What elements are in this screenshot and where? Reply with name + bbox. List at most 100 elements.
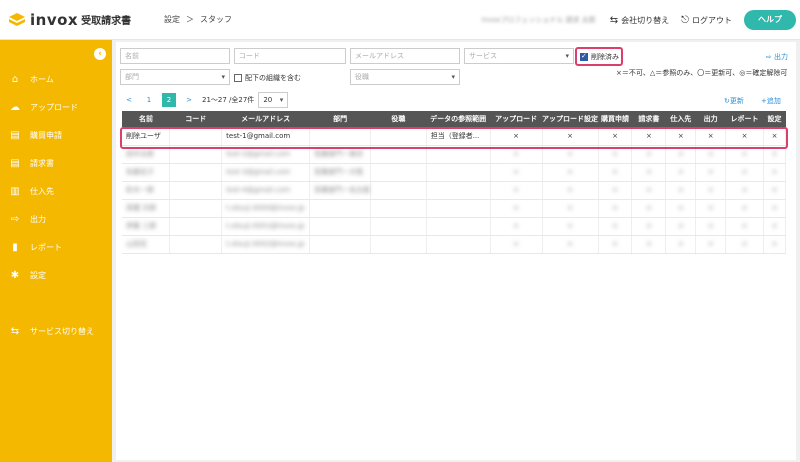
breadcrumb-sep: ＞ [186, 15, 194, 24]
table-cell [426, 181, 491, 200]
table-cell: × [542, 163, 599, 182]
sidebar-item-service-switch[interactable]: ⇆ サービス切り替え [8, 326, 94, 337]
logout-button[interactable]: ⎋ ログアウト [681, 15, 732, 26]
output-button[interactable]: ⇨ 出力 [766, 52, 788, 62]
refresh-button[interactable]: ↻更新 [724, 96, 744, 106]
table-row[interactable]: 伊藤 三郎 t.otsuji.0001@invox.jp × × × × × × × × [122, 217, 786, 236]
next-page-button[interactable]: > [182, 93, 196, 107]
column-header: 役職 [370, 111, 427, 127]
table-cell: 佐藤花子 [122, 163, 171, 182]
sidebar-item-upload[interactable]: ☁ アップロード [8, 102, 78, 113]
table-cell [426, 199, 491, 218]
table-cell: × [490, 217, 543, 236]
table-cell: × [542, 217, 599, 236]
column-header: データの参照範囲 [426, 111, 491, 127]
table-cell: × [665, 235, 697, 254]
add-button[interactable]: +追加 [761, 96, 781, 106]
sidebar-item-settings[interactable]: ✱ 設定 [8, 270, 46, 281]
table-cell: × [631, 181, 667, 200]
table-cell: × [665, 181, 697, 200]
table-cell [169, 199, 223, 218]
department-select[interactable]: 部門 [120, 69, 230, 85]
table-cell [370, 217, 427, 236]
column-header: アップロード設定 [542, 111, 599, 127]
main-panel: 名前 コード メールアドレス サービス 削除済み ⇨ 出力 部門 配下の組織を含… [116, 42, 796, 460]
table-cell: × [490, 235, 543, 254]
column-header: メールアドレス [221, 111, 310, 127]
code-filter-input[interactable]: コード [234, 48, 346, 64]
table-cell: × [631, 235, 667, 254]
logo-text: invox [30, 10, 79, 29]
deleted-row-highlight [120, 127, 788, 149]
switch-company-button[interactable]: ⇆ 会社切り替え [610, 15, 669, 26]
table-cell: × [725, 181, 764, 200]
include-sub-checkbox[interactable]: 配下の組織を含む [234, 73, 301, 83]
table-cell: × [631, 163, 667, 182]
table-cell: 鈴木一郎 [122, 181, 171, 200]
page-2-button[interactable]: 2 [162, 93, 176, 107]
table-cell: × [725, 217, 764, 236]
table-cell: × [725, 199, 764, 218]
export-icon: ⇨ [765, 53, 774, 61]
per-page-select[interactable]: 20 [258, 92, 289, 108]
table-cell: × [631, 217, 667, 236]
table-cell: 営業部門ー大阪 [309, 163, 372, 182]
table-cell: × [490, 199, 543, 218]
table-row[interactable]: 山田花 t.otsuji.0002@invox.jp × × × × × × × × [122, 235, 786, 254]
sidebar-item-label: ホーム [30, 75, 54, 84]
table-cell: × [763, 199, 786, 218]
table-cell: × [763, 217, 786, 236]
column-header: 請求書 [631, 111, 666, 127]
help-button[interactable]: ヘルプ [744, 10, 796, 30]
table-cell: × [598, 181, 633, 200]
sidebar-item-label: アップロード [30, 103, 78, 112]
sidebar-item-invoice[interactable]: ▤ 請求書 [8, 158, 54, 169]
sidebar-item-purchase[interactable]: ▤ 購買申請 [8, 130, 62, 141]
table-row[interactable]: 高橋 次郎 t.otsuji.0000@invox.jp × × × × × × × × [122, 199, 786, 218]
page-1-button[interactable]: 1 [142, 93, 156, 107]
table-cell [169, 217, 223, 236]
sidebar-item-label: レポート [30, 243, 62, 252]
chart-icon: ▮ [12, 242, 18, 253]
logo-sub: 受取請求書 [81, 16, 132, 27]
table-cell [309, 235, 372, 254]
table-row[interactable]: 佐藤花子 test-3@gmail.com 営業部門ー大阪 × × × × × × × × [122, 163, 786, 182]
deleted-highlight [575, 47, 623, 66]
email-filter-input[interactable]: メールアドレス [350, 48, 460, 64]
table-row[interactable]: 鈴木一郎 test-4@gmail.com 営業部門ー名古屋 × × × × × × × × [122, 181, 786, 200]
checkbox-icon [234, 74, 242, 82]
sidebar-item-report[interactable]: ▮ レポート [8, 242, 62, 253]
table-cell: t.otsuji.0002@invox.jp [221, 235, 311, 254]
prev-page-button[interactable]: < [122, 93, 136, 107]
table-cell: × [763, 163, 786, 182]
invox-logo-icon [9, 12, 25, 26]
table-cell: × [763, 235, 786, 254]
collapse-sidebar-icon[interactable]: ‹ [94, 48, 106, 60]
sidebar-item-output[interactable]: ⇨ 出力 [8, 214, 46, 225]
table-cell: × [725, 163, 764, 182]
table-cell: × [665, 163, 697, 182]
sidebar-item-supplier[interactable]: ▥ 仕入先 [8, 186, 54, 197]
column-header: レポート [725, 111, 764, 127]
table-cell [169, 181, 223, 200]
table-cell: × [598, 163, 633, 182]
table-cell: × [598, 217, 633, 236]
sidebar-item-label: 購買申請 [30, 131, 62, 140]
table-cell: × [695, 163, 727, 182]
table-cell: × [695, 217, 727, 236]
export-icon: ⇨ [10, 214, 20, 225]
service-select[interactable]: サービス [464, 48, 574, 64]
table-cell [426, 217, 491, 236]
table-cell [426, 163, 491, 182]
table-cell [370, 163, 427, 182]
table-cell [426, 235, 491, 254]
sidebar: ‹ ⌂ ホーム ☁ アップロード ▤ 購買申請 ▤ 請求書 ▥ 仕入先 ⇨ 出力 ▮ レポート… [0, 40, 112, 462]
breadcrumb-settings[interactable]: 設定 [164, 14, 180, 25]
header-right: invoxプロフェッショナル 請求 太郎 ⇆ 会社切り替え ⎋ ログアウト ヘルプ [482, 0, 800, 40]
sidebar-item-label: 請求書 [30, 159, 54, 168]
sidebar-item-home[interactable]: ⌂ ホーム [8, 74, 54, 85]
logo[interactable]: invox 受取請求書 [8, 11, 148, 29]
name-filter-input[interactable]: 名前 [120, 48, 230, 64]
table-cell [370, 235, 427, 254]
role-select[interactable]: 役職 [350, 69, 460, 85]
